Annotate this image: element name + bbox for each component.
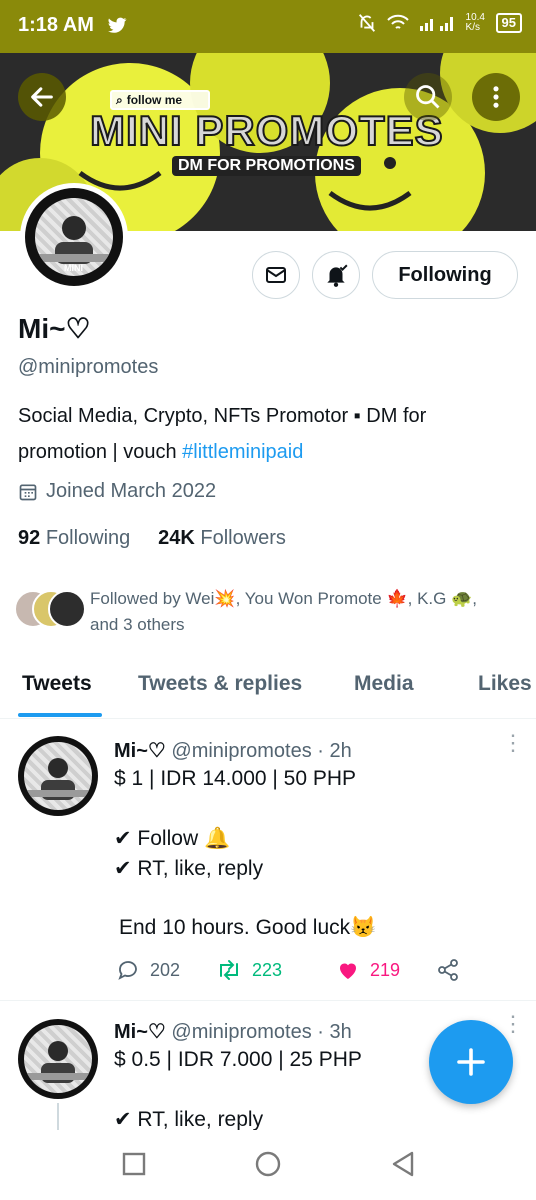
tweet-avatar[interactable] <box>18 1019 98 1099</box>
tweet-more-button[interactable]: ⋮ <box>502 732 524 754</box>
share-icon <box>438 959 458 981</box>
tweet-text-line: ✔ RT, like, reply <box>114 857 264 880</box>
status-bar: 1:18 AM 10.4 K/s 95 <box>0 0 536 53</box>
like-button[interactable]: 219 <box>336 958 436 982</box>
mute-bell-icon <box>358 14 375 32</box>
message-button[interactable] <box>252 251 300 299</box>
reply-icon <box>118 961 137 980</box>
tweet-author-name[interactable]: Mi~♡ <box>114 1021 166 1043</box>
search-icon <box>416 85 440 109</box>
heart-icon <box>340 963 356 979</box>
tweet-text-line: ✔ Follow 🔔 <box>114 827 231 850</box>
more-options-button[interactable] <box>472 73 520 121</box>
tab-media[interactable]: Media <box>354 672 414 696</box>
following-button-label: Following <box>398 263 492 286</box>
tweet-meta: @minipromotes · 3h <box>171 1021 352 1043</box>
follower-avatar <box>48 590 86 628</box>
followed-by-text[interactable]: Followed by Wei💥, You Won Promote 🍁, K.G… <box>90 586 510 638</box>
profile-handle: @minipromotes <box>18 356 159 378</box>
search-mini-icon: ⌕ <box>116 92 123 107</box>
tweet-text-line: $ 0.5 | IDR 7.000 | 25 PHP <box>114 1048 362 1071</box>
tweet-avatar[interactable] <box>18 736 98 816</box>
tweet-more-button[interactable]: ⋮ <box>502 1013 524 1035</box>
search-button[interactable] <box>404 73 452 121</box>
tweet-author-name[interactable]: Mi~♡ <box>114 740 166 762</box>
signal-icon <box>419 17 453 31</box>
bell-check-icon <box>327 264 348 287</box>
avatar-label: MINI <box>64 263 83 273</box>
joined-date: Joined March 2022 <box>18 480 216 503</box>
envelope-icon <box>266 267 286 283</box>
plus-icon <box>457 1048 485 1076</box>
thread-line <box>57 1103 59 1131</box>
banner-title: MINI PROMOTES <box>89 106 444 155</box>
share-button[interactable] <box>436 958 460 982</box>
tweet-actions: 202 223 219 <box>116 958 516 982</box>
follow-counts: 92 Following 24K Followers <box>18 527 286 550</box>
battery-indicator: 95 <box>495 13 522 33</box>
system-nav-bar <box>0 1130 536 1200</box>
banner-subtitle: DM FOR PROMOTIONS <box>172 156 361 176</box>
tab-tweets-replies[interactable]: Tweets & replies <box>138 672 302 696</box>
bio-hashtag-link[interactable]: #littleminipaid <box>182 441 303 463</box>
profile-name: Mi~♡ <box>18 313 91 344</box>
followers-you-know-avatars[interactable] <box>14 590 86 628</box>
home-icon[interactable] <box>254 1150 282 1178</box>
notifications-button[interactable] <box>312 251 360 299</box>
status-time: 1:18 AM <box>18 14 94 36</box>
back-nav-icon[interactable] <box>390 1150 416 1178</box>
tab-likes[interactable]: Likes <box>478 672 532 696</box>
retweet-button[interactable]: 223 <box>216 958 336 982</box>
arrow-left-icon <box>31 87 53 107</box>
followers-count-link[interactable]: 24K Followers <box>158 527 286 549</box>
status-icons: 10.4 K/s 95 <box>356 12 522 34</box>
active-tab-indicator <box>18 713 102 717</box>
recents-icon[interactable] <box>122 1152 146 1176</box>
tweet-header: Mi~♡ @minipromotes · 2h <box>114 738 352 763</box>
tab-tweets[interactable]: Tweets <box>22 672 92 696</box>
tweet-header: Mi~♡ @minipromotes · 3h <box>114 1019 352 1044</box>
twitter-bird-icon <box>108 17 127 33</box>
tweet-text-line: $ 1 | IDR 14.000 | 50 PHP <box>114 767 357 790</box>
retweet-icon <box>220 960 238 980</box>
profile-tabs: Tweets Tweets & replies Media Likes <box>0 662 536 719</box>
back-button[interactable] <box>18 73 66 121</box>
profile-avatar[interactable]: MINI <box>20 183 128 291</box>
wifi-icon <box>386 14 409 29</box>
calendar-icon <box>19 484 37 500</box>
profile-bio: Social Media, Crypto, NFTs Promotor ▪ DM… <box>18 405 427 463</box>
tweet-text-line: End 10 hours. Good luck😾 <box>119 916 377 939</box>
reply-button[interactable]: 202 <box>116 958 216 982</box>
following-count-link[interactable]: 92 Following <box>18 527 130 549</box>
tweet-meta: @minipromotes · 2h <box>171 740 352 762</box>
tweet[interactable]: Mi~♡ @minipromotes · 2h ⋮ $ 1 | IDR 14.0… <box>0 720 536 1000</box>
tweet-text-line: ✔ RT, like, reply <box>114 1108 264 1131</box>
more-vertical-icon <box>493 86 499 108</box>
following-button[interactable]: Following <box>372 251 518 299</box>
net-speed: 10.4 K/s <box>465 12 485 33</box>
compose-tweet-button[interactable] <box>429 1020 513 1104</box>
